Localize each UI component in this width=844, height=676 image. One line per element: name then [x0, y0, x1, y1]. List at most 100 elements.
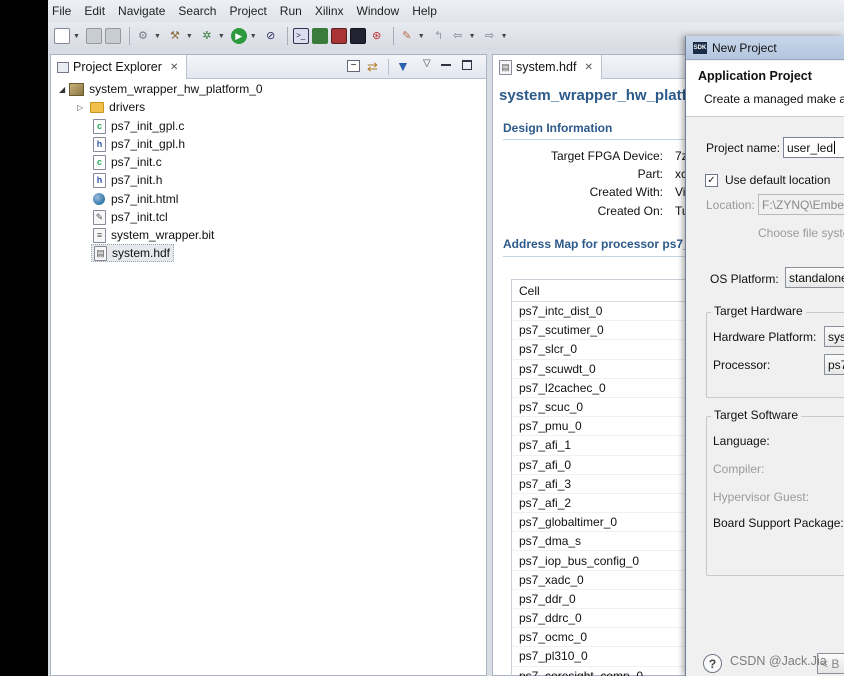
minimize-icon[interactable]: [441, 64, 451, 66]
menu-bar: File Edit Navigate Search Project Run Xi…: [48, 0, 844, 22]
created-on-label: Created On:: [597, 204, 663, 218]
terminal-icon[interactable]: [349, 28, 366, 44]
menu-xilinx[interactable]: Xilinx: [315, 4, 344, 18]
hw-platform-project-icon: [69, 82, 85, 96]
compiler-label: Compiler:: [713, 462, 765, 476]
forward-dropdown-icon[interactable]: ▼: [501, 33, 508, 40]
menu-run[interactable]: Run: [280, 4, 302, 18]
folder-icon: [90, 101, 105, 113]
toolbar-separator: [286, 27, 288, 45]
use-default-location-checkbox[interactable]: ✓: [705, 174, 718, 187]
xsct-console-icon[interactable]: >_: [292, 28, 309, 44]
tree-item-label: ps7_init_gpl.h: [111, 137, 186, 151]
program-dropdown-icon[interactable]: ▼: [154, 33, 161, 40]
build-dropdown-icon[interactable]: ▼: [186, 33, 193, 40]
menu-file[interactable]: File: [52, 4, 71, 18]
tab-label: Project Explorer: [73, 60, 162, 74]
new-dropdown-icon[interactable]: ▼: [73, 33, 80, 40]
build-hammer-icon[interactable]: ⚒: [167, 28, 183, 44]
close-icon[interactable]: ✕: [170, 62, 178, 73]
project-name-value: user_led: [787, 140, 834, 155]
save-all-icon[interactable]: [104, 28, 121, 44]
c-file-icon: c: [93, 154, 106, 170]
tree-item-file[interactable]: c ps7_init_gpl.c: [93, 117, 184, 135]
link-with-editor-icon[interactable]: ⇄: [367, 59, 378, 75]
back-arrow-icon[interactable]: ⇦: [450, 28, 466, 44]
bit-file-icon: ≡: [93, 227, 106, 243]
menu-project[interactable]: Project: [229, 4, 266, 18]
csdn-watermark: CSDN @Jack.Jia: [730, 654, 827, 668]
menu-search[interactable]: Search: [178, 4, 216, 18]
project-name-input[interactable]: user_led: [783, 137, 844, 158]
tab-system-hdf[interactable]: ▤ system.hdf ✕: [493, 55, 602, 79]
save-icon[interactable]: [85, 28, 102, 44]
tree-item-file[interactable]: ≡ system_wrapper.bit: [93, 226, 214, 244]
tab-project-explorer[interactable]: Project Explorer ✕: [51, 55, 188, 79]
debug-bug-icon[interactable]: ✲: [199, 28, 215, 44]
sdk-logo-icon: SDK: [693, 41, 707, 54]
processor-select[interactable]: ps7: [824, 354, 844, 375]
tree-item-file[interactable]: h ps7_init.h: [93, 171, 162, 189]
back-dropdown-icon[interactable]: ▼: [469, 33, 476, 40]
hardware-platform-select[interactable]: sys: [824, 326, 844, 347]
header-description: Create a managed make a: [704, 92, 844, 106]
target-software-title: Target Software: [711, 408, 802, 422]
project-explorer-icon: [57, 61, 69, 73]
last-edit-icon[interactable]: ↰: [431, 28, 447, 44]
tree-item-label: drivers: [109, 100, 146, 114]
view-separator: [388, 59, 389, 75]
filter-icon[interactable]: ▼: [396, 58, 410, 74]
dialog-title: New Project: [712, 40, 777, 55]
html-globe-icon: [93, 193, 105, 205]
tree-root[interactable]: ◢ system_wrapper_hw_platform_0: [59, 80, 263, 98]
bsp-label: Board Support Package:: [713, 516, 844, 530]
tree-item-file[interactable]: ps7_init.html: [93, 190, 178, 208]
help-icon[interactable]: ?: [703, 654, 722, 673]
tree-item-file[interactable]: ✎ ps7_init.tcl: [93, 208, 168, 226]
choose-file-system-link[interactable]: Choose file syste: [758, 226, 844, 240]
skip-breakpoints-icon[interactable]: ⊘: [263, 28, 279, 44]
location-label: Location:: [706, 198, 755, 212]
run-icon[interactable]: ▶: [230, 28, 247, 44]
created-with-label: Created With:: [589, 185, 663, 199]
new-project-dialog: SDK New Project Application Project Crea…: [685, 36, 844, 676]
collapsed-arrow-icon[interactable]: ▷: [77, 103, 83, 112]
location-input[interactable]: F:\ZYNQ\Embed: [758, 194, 844, 215]
pin-icon[interactable]: ✎: [399, 28, 415, 44]
menu-window[interactable]: Window: [357, 4, 400, 18]
dialog-titlebar[interactable]: SDK New Project: [686, 36, 844, 60]
h-file-icon: h: [93, 136, 106, 152]
tree-item-selected[interactable]: ▤ system.hdf: [91, 244, 175, 262]
tree-item-label: ps7_init_gpl.c: [111, 119, 185, 133]
program-fpga-icon[interactable]: ⚙: [135, 28, 151, 44]
part-label: Part:: [637, 167, 663, 181]
tab-label: system.hdf: [516, 60, 577, 74]
use-default-location-label[interactable]: Use default location: [725, 173, 830, 187]
hardware-icon[interactable]: [311, 28, 328, 44]
collapse-all-icon[interactable]: −: [347, 60, 360, 72]
target-hardware-title: Target Hardware: [711, 304, 806, 318]
explorer-tab-bar: Project Explorer ✕ − ⇄ ▼ ▽: [51, 55, 486, 79]
menu-navigate[interactable]: Navigate: [118, 4, 165, 18]
program-flash-icon[interactable]: [330, 28, 347, 44]
expanded-arrow-icon[interactable]: ◢: [59, 85, 65, 94]
launch-icon[interactable]: ⊛: [369, 28, 385, 44]
target-fpga-label: Target FPGA Device:: [550, 149, 663, 163]
language-label: Language:: [713, 434, 770, 448]
maximize-icon[interactable]: [462, 60, 472, 70]
os-platform-select[interactable]: standalone: [785, 267, 844, 288]
hypervisor-guest-label: Hypervisor Guest:: [713, 490, 810, 504]
forward-arrow-icon[interactable]: ⇨: [482, 28, 498, 44]
tree-item-file[interactable]: h ps7_init_gpl.h: [93, 135, 185, 153]
menu-help[interactable]: Help: [412, 4, 437, 18]
close-icon[interactable]: ✕: [584, 62, 592, 73]
new-icon[interactable]: [54, 28, 70, 44]
pin-dropdown-icon[interactable]: ▼: [418, 33, 425, 40]
tree-item-drivers[interactable]: ▷ drivers: [77, 98, 145, 116]
run-dropdown-icon[interactable]: ▼: [250, 33, 257, 40]
view-menu-icon[interactable]: ▽: [423, 58, 431, 69]
menu-edit[interactable]: Edit: [84, 4, 105, 18]
debug-dropdown-icon[interactable]: ▼: [218, 33, 225, 40]
tree-item-file[interactable]: c ps7_init.c: [93, 153, 162, 171]
os-platform-label: OS Platform:: [710, 272, 779, 286]
